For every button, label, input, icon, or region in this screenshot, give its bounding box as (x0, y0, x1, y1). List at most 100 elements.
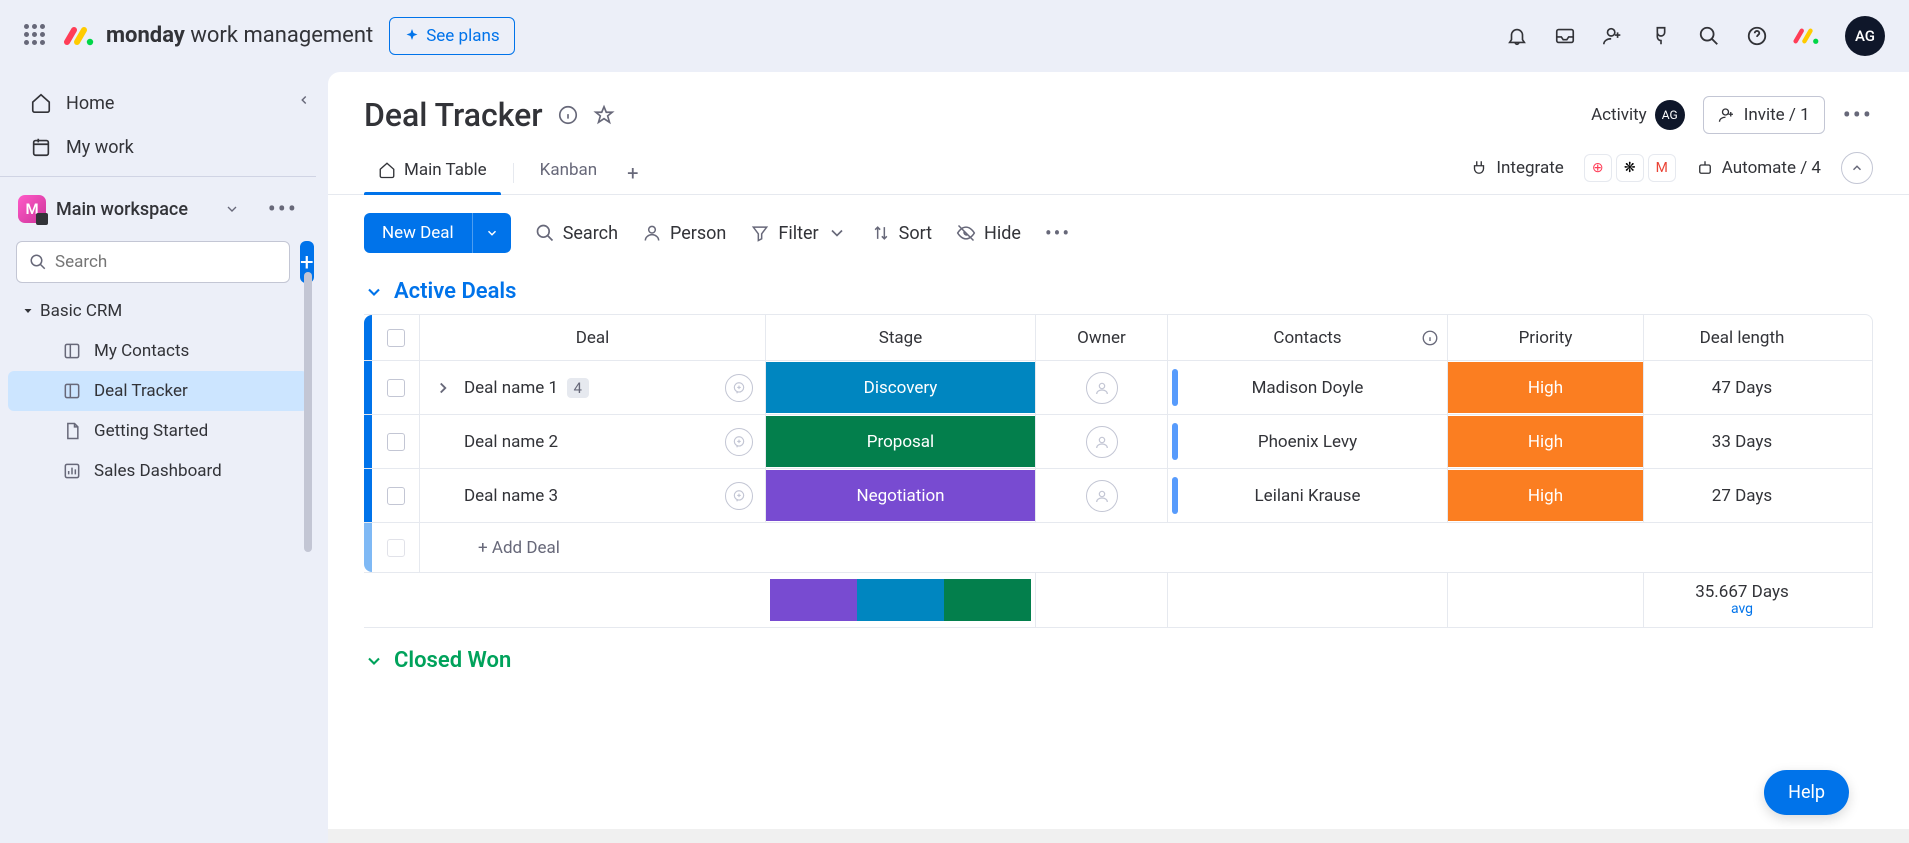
brand[interactable]: monday work management (64, 20, 373, 52)
folder-basic-crm[interactable]: Basic CRM (0, 291, 316, 331)
invite-label: Invite / 1 (1744, 105, 1810, 125)
sort-button[interactable]: Sort (871, 223, 932, 244)
table-search-button[interactable]: Search (535, 223, 618, 244)
sidebar-item-home[interactable]: Home (8, 82, 308, 124)
chevron-down-icon (827, 223, 847, 243)
deal-name-cell[interactable]: Deal name 2 (420, 415, 766, 468)
board-item-sales-dashboard[interactable]: Sales Dashboard (8, 451, 308, 491)
table-header-row: Deal Stage Owner Contacts Priority Deal … (364, 315, 1872, 361)
see-plans-button[interactable]: See plans (389, 17, 514, 55)
activity-button[interactable]: Activity AG (1591, 100, 1685, 130)
column-header-stage[interactable]: Stage (766, 315, 1036, 360)
chevron-down-icon (364, 282, 384, 302)
integration-apps[interactable]: ⊕ ❋ M (1584, 154, 1676, 182)
stage-summary-cell[interactable] (766, 573, 1036, 627)
horizontal-scrollbar[interactable] (328, 829, 1909, 843)
priority-cell[interactable]: High (1448, 469, 1644, 522)
owner-placeholder-icon (1086, 426, 1118, 458)
help-button[interactable]: Help (1764, 770, 1849, 815)
stage-cell[interactable]: Negotiation (766, 469, 1036, 522)
help-icon[interactable] (1745, 24, 1769, 48)
row-checkbox[interactable] (387, 539, 405, 557)
favorite-star-icon[interactable] (593, 104, 615, 126)
row-checkbox[interactable] (387, 433, 405, 451)
add-update-icon[interactable] (725, 374, 753, 402)
owner-cell[interactable] (1036, 469, 1168, 522)
row-checkbox[interactable] (387, 379, 405, 397)
user-avatar[interactable]: AG (1845, 16, 1885, 56)
person-filter-button[interactable]: Person (642, 223, 726, 244)
sidebar-search-field[interactable] (55, 252, 277, 272)
add-view-button[interactable]: + (615, 155, 650, 191)
priority-summary-cell (1448, 573, 1644, 627)
automate-label: Automate / 4 (1722, 158, 1821, 178)
toolbar-label: Sort (899, 223, 932, 244)
add-update-icon[interactable] (725, 428, 753, 456)
add-update-icon[interactable] (725, 482, 753, 510)
workspace-selector[interactable]: M Main workspace ••• (0, 185, 316, 233)
priority-cell[interactable]: High (1448, 415, 1644, 468)
board-item-getting-started[interactable]: Getting Started (8, 411, 308, 451)
hide-button[interactable]: Hide (956, 223, 1021, 244)
tab-kanban[interactable]: Kanban (526, 152, 611, 194)
main-panel: Deal Tracker Activity AG Invite / 1 ••• … (328, 72, 1909, 843)
toolbar-more-button[interactable]: ••• (1045, 221, 1071, 245)
expand-subitems-icon[interactable] (434, 379, 452, 397)
board-label: My Contacts (94, 341, 189, 361)
column-header-owner[interactable]: Owner (1036, 315, 1168, 360)
group-header-active[interactable]: Active Deals (364, 279, 1873, 304)
add-deal-row[interactable]: + Add Deal (364, 523, 1872, 573)
select-all-checkbox[interactable] (387, 329, 405, 347)
row-checkbox[interactable] (387, 487, 405, 505)
length-cell[interactable]: 47 Days (1644, 361, 1840, 414)
column-header-priority[interactable]: Priority (1448, 315, 1644, 360)
group-header-closed-won[interactable]: Closed Won (364, 648, 1873, 673)
contacts-cell[interactable]: Madison Doyle (1168, 361, 1448, 414)
new-deal-button[interactable]: New Deal (364, 213, 472, 253)
sidebar-scrollbar[interactable] (304, 272, 314, 742)
contacts-cell[interactable]: Phoenix Levy (1168, 415, 1448, 468)
length-summary-cell[interactable]: 35.667 Daysavg (1644, 573, 1840, 627)
filter-button[interactable]: Filter (750, 223, 846, 244)
board-item-my-contacts[interactable]: My Contacts (8, 331, 308, 371)
contacts-cell[interactable]: Leilani Krause (1168, 469, 1448, 522)
column-header-contacts[interactable]: Contacts (1168, 315, 1448, 360)
board-options-button[interactable]: ••• (1843, 101, 1873, 129)
tab-main-table[interactable]: Main Table (364, 152, 501, 194)
collapse-sidebar-button[interactable] (290, 86, 318, 114)
integration-slack-icon[interactable]: ❋ (1616, 154, 1644, 182)
board-item-deal-tracker[interactable]: Deal Tracker (8, 371, 308, 411)
sidebar-search-input[interactable] (16, 241, 290, 283)
inbox-icon[interactable] (1553, 24, 1577, 48)
integrate-button[interactable]: Integrate (1470, 158, 1563, 178)
product-switcher-icon[interactable] (1793, 22, 1821, 50)
deal-name-cell[interactable]: Deal name 1 4 (420, 361, 766, 414)
invite-button[interactable]: Invite / 1 (1703, 96, 1825, 134)
stage-cell[interactable]: Discovery (766, 361, 1036, 414)
app-launcher-icon[interactable] (24, 24, 48, 48)
stage-cell[interactable]: Proposal (766, 415, 1036, 468)
invite-members-icon[interactable] (1601, 24, 1625, 48)
owner-cell[interactable] (1036, 415, 1168, 468)
notifications-icon[interactable] (1505, 24, 1529, 48)
search-everything-icon[interactable] (1697, 24, 1721, 48)
column-header-deal[interactable]: Deal (420, 315, 766, 360)
apps-icon[interactable] (1649, 24, 1673, 48)
column-header-length[interactable]: Deal length (1644, 315, 1840, 360)
activity-avatar: AG (1655, 100, 1685, 130)
collapse-header-button[interactable] (1841, 152, 1873, 184)
sidebar-item-mywork[interactable]: My work (8, 126, 308, 168)
length-cell[interactable]: 33 Days (1644, 415, 1840, 468)
new-deal-dropdown[interactable] (472, 213, 511, 253)
info-icon[interactable] (557, 104, 579, 126)
board-title[interactable]: Deal Tracker (364, 96, 543, 134)
info-icon[interactable] (1421, 329, 1439, 347)
priority-cell[interactable]: High (1448, 361, 1644, 414)
length-cell[interactable]: 27 Days (1644, 469, 1840, 522)
integration-gmail-icon[interactable]: M (1648, 154, 1676, 182)
integration-app-icon[interactable]: ⊕ (1584, 154, 1612, 182)
deal-name-cell[interactable]: Deal name 3 (420, 469, 766, 522)
automate-button[interactable]: Automate / 4 (1696, 158, 1821, 178)
workspace-menu-button[interactable]: ••• (268, 195, 298, 223)
owner-cell[interactable] (1036, 361, 1168, 414)
